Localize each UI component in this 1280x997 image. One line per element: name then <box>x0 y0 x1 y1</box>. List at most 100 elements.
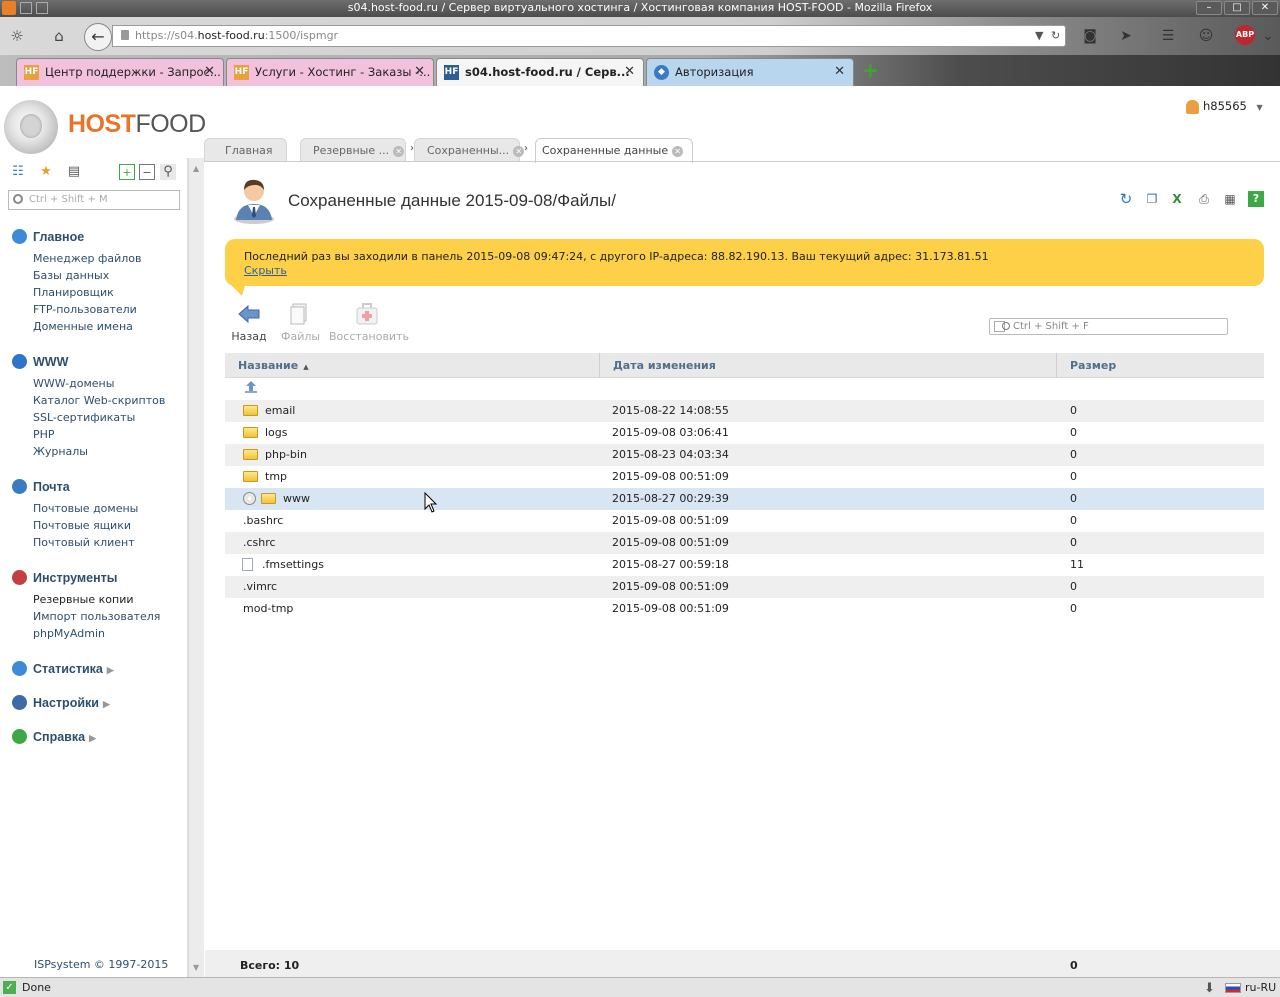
table-row[interactable]: email 2015-08-22 14:08:55 0 <box>225 400 1264 422</box>
close-tab-icon[interactable]: ✕ <box>414 59 425 85</box>
browser-tab[interactable]: ◆ Авторизация ✕ <box>646 58 854 86</box>
back-button[interactable]: Назад <box>231 302 267 343</box>
home-icon[interactable]: ⌂ <box>48 25 70 47</box>
sidebar-item[interactable]: PHP <box>33 428 55 441</box>
chat-icon[interactable]: ☺ <box>1196 26 1216 46</box>
browser-tab-active[interactable]: HF s04.host-food.ru / Серв... ✕ <box>436 58 644 86</box>
adblock-icon[interactable]: ABP <box>1235 25 1255 45</box>
cell-size: 0 <box>1070 426 1077 439</box>
noscript-icon[interactable]: ✓ <box>3 981 16 994</box>
sidebar-section-1[interactable]: WWW <box>12 354 68 369</box>
sidebar-item[interactable]: Журналы <box>33 445 88 458</box>
maximize-icon[interactable]: □ <box>1224 1 1250 15</box>
table-row[interactable]: php-bin 2015-08-23 04:03:34 0 <box>225 444 1264 466</box>
user-menu[interactable]: h85565 ▼ <box>1186 99 1263 114</box>
close-tab-icon[interactable]: ✕ <box>624 59 635 85</box>
expand-icon[interactable]: + <box>119 164 135 180</box>
table-row[interactable]: tmp 2015-09-08 00:51:09 0 <box>225 466 1264 488</box>
sidebar-item[interactable]: Резервные копии <box>33 593 134 606</box>
close-tab-icon[interactable]: ✕ <box>393 145 405 157</box>
table-row[interactable]: .vimrc 2015-09-08 00:51:09 0 <box>225 576 1264 598</box>
pin-icon[interactable]: ⚲ <box>160 164 176 180</box>
locale[interactable]: ru-RU <box>1245 978 1276 997</box>
files-button[interactable]: Файлы <box>281 302 320 343</box>
sidebar-item[interactable]: Менеджер файлов <box>33 252 142 265</box>
column-date[interactable]: Дата изменения <box>599 353 1056 378</box>
refresh-icon[interactable]: ↻ <box>1118 191 1134 207</box>
sidebar-item[interactable]: WWW-домены <box>33 377 114 390</box>
ispsystem-favicon-icon: ◆ <box>654 65 669 80</box>
column-size[interactable]: Размер <box>1056 353 1264 378</box>
firefox-menu-icon[interactable] <box>2 1 16 15</box>
table-row[interactable]: logs 2015-09-08 03:06:41 0 <box>225 422 1264 444</box>
copyright[interactable]: ISPsystem © 1997-2015 <box>34 958 168 971</box>
briefcase-icon[interactable]: ▤ <box>66 164 82 180</box>
copy-icon[interactable]: ❐ <box>1144 191 1160 207</box>
star-icon[interactable]: ★ <box>38 164 54 180</box>
sidebar-item[interactable]: phpMyAdmin <box>33 627 105 640</box>
help-icon[interactable]: ? <box>1248 191 1264 207</box>
sidebar-section-0[interactable]: Главное <box>12 229 84 244</box>
sidebar-item[interactable]: Каталог Web-скриптов <box>33 394 165 407</box>
menu-icon[interactable]: ☰ <box>1158 26 1178 46</box>
download-icon[interactable]: ⬇ <box>1204 979 1215 997</box>
url-bar[interactable]: https://s04.host-food.ru:1500/ispmgr ▼ ↻ <box>112 25 1066 47</box>
table-row[interactable]: www 2015-08-27 00:29:39 0 <box>225 488 1264 510</box>
tab-saved[interactable]: Сохраненны... ✕ <box>414 138 525 162</box>
browser-tabbar: HF Центр поддержки - Запрос... ✕ HF Услу… <box>0 55 1280 86</box>
sidebar-item[interactable]: Почтовый клиент <box>33 536 135 549</box>
chevron-down-icon[interactable]: ⌄ <box>1258 26 1278 46</box>
sidebar-item[interactable]: Почтовые домены <box>33 502 138 515</box>
send-icon[interactable]: ➤ <box>1116 26 1136 46</box>
table-row[interactable] <box>225 378 1264 400</box>
sidebar-item[interactable]: SSL-сертификаты <box>33 411 135 424</box>
sidebar-section-2[interactable]: Почта <box>12 479 70 494</box>
sidebar-item[interactable]: Почтовые ящики <box>33 519 131 532</box>
close-tab-icon[interactable]: ✕ <box>513 145 525 157</box>
browser-tab[interactable]: HF Центр поддержки - Запрос... ✕ <box>16 58 224 86</box>
sidebar-item[interactable]: Импорт пользователя <box>33 610 160 623</box>
sidebar-search-input[interactable]: Ctrl + Shift + M <box>8 190 180 210</box>
table-row[interactable]: .bashrc 2015-09-08 00:51:09 0 <box>225 510 1264 532</box>
sidebar-item[interactable]: FTP-пользователи <box>33 303 137 316</box>
collapse-icon[interactable]: − <box>139 164 155 180</box>
sidebar-section-3[interactable]: Инструменты <box>12 570 117 585</box>
back-icon[interactable]: ← <box>84 23 112 51</box>
history-icon[interactable]: ☼ <box>6 25 28 47</box>
sidebar-section-5[interactable]: Настройки ▶ <box>12 695 110 710</box>
sidebar-item[interactable]: Базы данных <box>33 269 109 282</box>
hide-banner-link[interactable]: Скрыть <box>244 264 1264 277</box>
sidebar-item[interactable]: Планировщик <box>33 286 114 299</box>
tab-main[interactable]: Главная <box>204 138 287 162</box>
sidebar-item[interactable]: Доменные имена <box>33 320 133 333</box>
dropdown-icon[interactable]: ▼ <box>1035 26 1043 46</box>
scroll-up-icon[interactable]: ▲ <box>193 164 199 173</box>
new-tab-button[interactable]: + <box>862 58 879 82</box>
close-tab-icon[interactable]: ✕ <box>834 59 845 85</box>
parent-folder-icon[interactable] <box>243 380 259 394</box>
table-search-input[interactable]: Ctrl + Shift + F <box>989 318 1228 335</box>
pocket-icon[interactable]: ◙ <box>1080 26 1100 46</box>
sidebar-section-4[interactable]: Статистика ▶ <box>12 661 114 676</box>
minimize-icon[interactable]: – <box>1196 1 1222 15</box>
close-tab-icon[interactable]: ✕ <box>672 145 684 157</box>
table-row[interactable]: .fmsettings 2015-08-27 00:59:18 11 <box>225 554 1264 576</box>
sidebar-splitter[interactable]: ▲ ▼ <box>188 158 204 977</box>
close-icon[interactable]: ✕ <box>1252 1 1278 15</box>
table-row[interactable]: mod-tmp 2015-09-08 00:51:09 0 <box>225 598 1264 620</box>
sidebar-section-6[interactable]: Справка ▶ <box>12 729 96 744</box>
scroll-down-icon[interactable]: ▼ <box>193 963 199 972</box>
browser-tab[interactable]: HF Услуги - Хостинг - Заказы -... ✕ <box>226 58 434 86</box>
table-settings-icon[interactable]: ▦ <box>1222 191 1238 207</box>
print-icon[interactable]: ⎙ <box>1196 191 1212 207</box>
tab-backups[interactable]: Резервные ... ✕ <box>300 138 406 162</box>
tab-saved-data[interactable]: Сохраненные данные ✕ <box>535 138 693 163</box>
column-label: Название <box>238 359 299 372</box>
excel-icon[interactable]: X <box>1169 191 1185 207</box>
reload-icon[interactable]: ↻ <box>1051 26 1060 46</box>
table-row[interactable]: .cshrc 2015-09-08 00:51:09 0 <box>225 532 1264 554</box>
tree-icon[interactable]: ☷ <box>10 164 26 180</box>
column-name[interactable]: Название ▲ <box>225 353 599 378</box>
restore-button[interactable]: Восстановить <box>329 302 409 343</box>
close-tab-icon[interactable]: ✕ <box>204 59 215 85</box>
